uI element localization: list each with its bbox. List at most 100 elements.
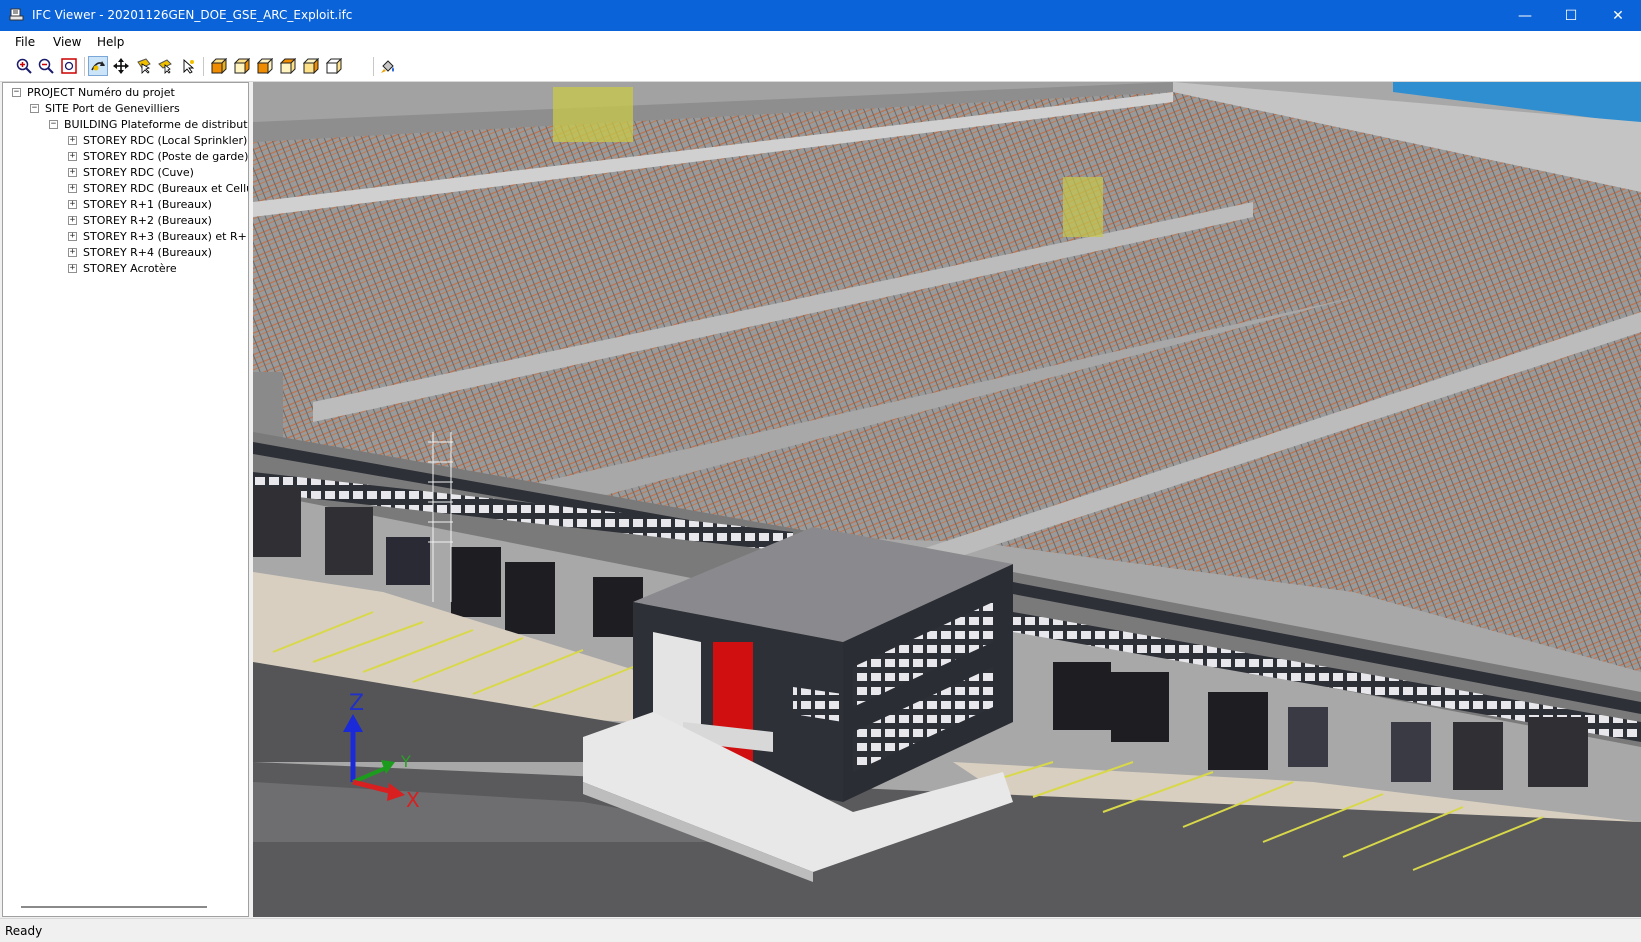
view-top-icon <box>303 58 319 74</box>
pick-button[interactable] <box>178 56 198 76</box>
dock-shelter <box>1053 662 1111 730</box>
tree-label: SITE Port de Genevilliers <box>45 101 180 115</box>
tree-node-storey[interactable]: + STOREY RDC (Bureaux et Cellules <box>68 180 248 196</box>
tree-label: STOREY R+2 (Bureaux) <box>83 213 212 227</box>
select-button[interactable] <box>134 56 154 76</box>
expand-icon[interactable]: + <box>68 215 77 225</box>
view-top-button[interactable] <box>301 56 321 76</box>
tree-label: STOREY RDC (Poste de garde) <box>83 149 249 163</box>
horizontal-scrollbar[interactable] <box>21 906 207 908</box>
tree-node-storey[interactable]: + STOREY RDC (Poste de garde) <box>68 148 248 164</box>
view-left-icon <box>257 58 273 74</box>
toolbar-separator <box>203 57 204 76</box>
zoom-extents-icon <box>61 58 77 74</box>
zoom-out-icon <box>38 58 54 74</box>
menu-help[interactable]: Help <box>97 35 124 49</box>
tree-label: STOREY RDC (Local Sprinkler) <box>83 133 248 147</box>
tree-node-site[interactable]: − SITE Port de Genevilliers <box>30 100 180 116</box>
view-front-icon <box>211 58 227 74</box>
view-bottom-button[interactable] <box>324 56 344 76</box>
close-button[interactable]: ✕ <box>1595 0 1641 31</box>
expand-icon[interactable]: + <box>68 167 77 177</box>
view-back-icon <box>234 58 250 74</box>
status-text: Ready <box>5 924 43 938</box>
zoom-extents-button[interactable] <box>59 56 79 76</box>
minimize-button[interactable]: — <box>1502 0 1548 31</box>
dock-shelter <box>1208 692 1268 770</box>
expand-icon[interactable]: + <box>68 263 77 273</box>
toolbar-separator <box>84 57 85 76</box>
dock-shelter <box>451 547 501 617</box>
tree-node-storey[interactable]: + STOREY R+4 (Bureaux) <box>68 244 212 260</box>
tree-node-storey[interactable]: + STOREY Acrotère <box>68 260 177 276</box>
axis-y-label: Y <box>400 752 411 771</box>
app-icon <box>9 8 24 21</box>
tree-node-storey[interactable]: + STOREY R+2 (Bureaux) <box>68 212 212 228</box>
model-tree: − PROJECT Numéro du projet − SITE Port d… <box>2 82 249 917</box>
close-icon: ✕ <box>1612 7 1624 24</box>
tree-label: PROJECT Numéro du projet <box>27 85 175 99</box>
view-left-button[interactable] <box>255 56 275 76</box>
zoom-in-icon <box>16 58 32 74</box>
rotate-button[interactable] <box>88 56 108 76</box>
axis-z-label: Z <box>349 691 364 716</box>
dock-door <box>1288 707 1328 767</box>
tree-label: STOREY R+4 (Bureaux) <box>83 245 212 259</box>
status-bar: Ready <box>0 918 1641 942</box>
collapse-icon[interactable]: − <box>30 103 39 113</box>
expand-icon[interactable]: + <box>68 199 77 209</box>
tree-node-building[interactable]: − BUILDING Plateforme de distribution <box>49 116 249 132</box>
tree-node-storey[interactable]: + STOREY RDC (Cuve) <box>68 164 194 180</box>
dock-door <box>1453 722 1503 790</box>
dock-shelter <box>1111 672 1169 742</box>
toolbar <box>0 53 1641 82</box>
dock-door <box>253 487 301 557</box>
zoom-in-button[interactable] <box>14 56 34 76</box>
rotate-icon <box>91 61 105 71</box>
tree-node-storey[interactable]: + STOREY R+1 (Bureaux) <box>68 196 212 212</box>
tree-node-project[interactable]: − PROJECT Numéro du projet <box>12 84 175 100</box>
view-right-icon <box>280 58 296 74</box>
tree-node-storey[interactable]: + STOREY RDC (Local Sprinkler) <box>68 132 247 148</box>
expand-icon[interactable]: + <box>68 183 77 193</box>
tree-label: STOREY R+3 (Bureaux) et R+1 (C <box>83 229 248 243</box>
walk-button[interactable] <box>156 56 176 76</box>
dock-door <box>1528 717 1588 787</box>
expand-icon[interactable]: + <box>68 231 77 241</box>
yellow-element <box>553 87 633 142</box>
walk-icon <box>158 59 172 74</box>
model-render[interactable]: Z Y X <box>253 82 1641 917</box>
select-icon <box>137 58 151 74</box>
tree-node-storey[interactable]: + STOREY R+3 (Bureaux) et R+1 (C <box>68 228 248 244</box>
zoom-out-button[interactable] <box>36 56 56 76</box>
expand-icon[interactable]: + <box>68 135 77 145</box>
menu-file[interactable]: File <box>15 35 35 49</box>
pan-button[interactable] <box>111 56 131 76</box>
yellow-element <box>1063 177 1103 237</box>
tree-label: STOREY RDC (Cuve) <box>83 165 194 179</box>
collapse-icon[interactable]: − <box>49 119 58 129</box>
title-bar: IFC Viewer - 20201126GEN_DOE_GSE_ARC_Exp… <box>0 0 1641 31</box>
dock-shelter <box>505 562 555 634</box>
collapse-icon[interactable]: − <box>12 87 21 97</box>
maximize-button[interactable]: ☐ <box>1548 0 1594 31</box>
expand-icon[interactable]: + <box>68 247 77 257</box>
pick-icon <box>183 58 195 74</box>
expand-icon[interactable]: + <box>68 151 77 161</box>
tree-label: STOREY Acrotère <box>83 261 177 275</box>
dock-door <box>386 537 430 585</box>
window-title: IFC Viewer - 20201126GEN_DOE_GSE_ARC_Exp… <box>32 8 353 22</box>
view-back-button[interactable] <box>232 56 252 76</box>
tree-label: BUILDING Plateforme de distribution <box>64 117 249 131</box>
view-right-button[interactable] <box>278 56 298 76</box>
tree-label: STOREY R+1 (Bureaux) <box>83 197 212 211</box>
paint-bucket-icon <box>381 60 394 73</box>
3d-viewport[interactable]: Z Y X <box>253 82 1641 917</box>
menu-view[interactable]: View <box>53 35 81 49</box>
tree-label: STOREY RDC (Bureaux et Cellules <box>83 181 248 195</box>
menu-bar: File View Help <box>0 31 1641 53</box>
view-front-button[interactable] <box>209 56 229 76</box>
paint-bucket-button[interactable] <box>378 56 398 76</box>
pan-icon <box>113 58 129 74</box>
view-bottom-icon <box>326 58 342 74</box>
